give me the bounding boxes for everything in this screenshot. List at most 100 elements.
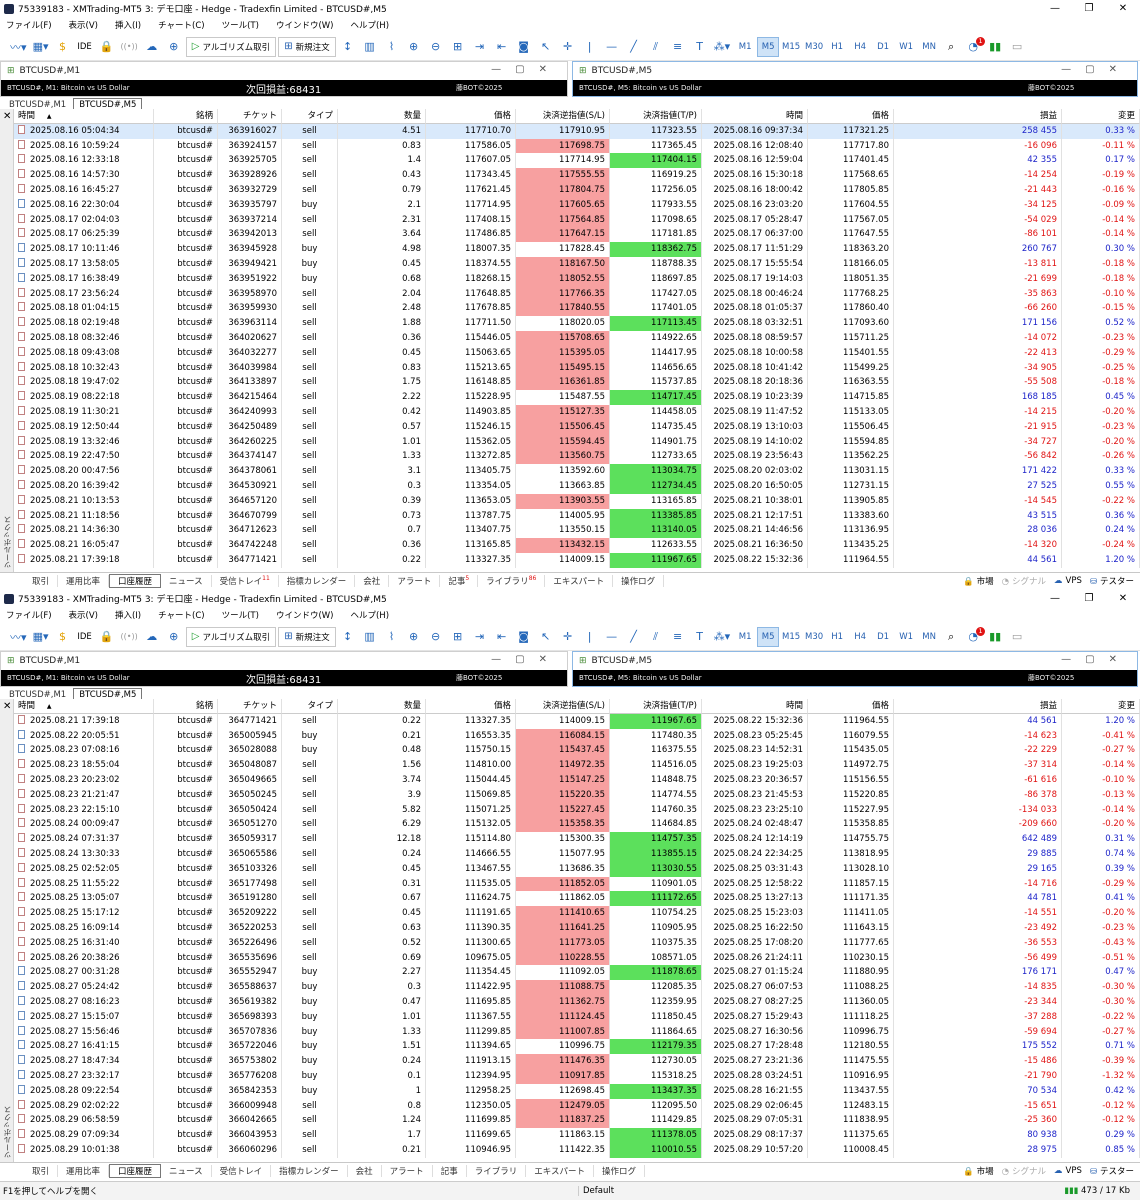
- column-header[interactable]: 時間 ▲: [14, 699, 154, 714]
- toolbox-close-icon[interactable]: ✕: [3, 111, 11, 122]
- table-row[interactable]: 2025.08.19 08:22:18 btcusd# 364215464 sell 2…: [14, 390, 1140, 405]
- ide-button[interactable]: IDE: [75, 37, 95, 57]
- shift-icon[interactable]: ⇤: [492, 627, 512, 647]
- toggle-icon[interactable]: ▭: [1007, 37, 1027, 57]
- chart-type-icon[interactable]: 〰▾: [8, 627, 29, 647]
- table-row[interactable]: 2025.08.25 16:31:40 btcusd# 365226496 sell 0…: [14, 935, 1140, 951]
- table-row[interactable]: 2025.08.16 12:33:18 btcusd# 363925705 sell 1…: [14, 153, 1140, 169]
- timeframe-m5[interactable]: M5: [757, 36, 780, 57]
- toolbox-tab[interactable]: 受信トレイ11: [212, 574, 279, 587]
- timeframe-h1[interactable]: H1: [826, 37, 848, 57]
- templates-icon[interactable]: ▦▾: [31, 37, 51, 57]
- column-header[interactable]: 数量: [338, 699, 426, 714]
- chart-window-controls[interactable]: —▢✕: [491, 654, 561, 665]
- globe-icon[interactable]: ⊕: [164, 37, 184, 57]
- table-row[interactable]: 2025.08.24 07:31:37 btcusd# 365059317 sell 1…: [14, 832, 1140, 847]
- timeframe-mn[interactable]: MN: [918, 627, 940, 647]
- hline-icon[interactable]: —: [602, 627, 622, 647]
- timeframe-w1[interactable]: W1: [895, 627, 917, 647]
- table-row[interactable]: 2025.08.17 02:04:03 btcusd# 363937214 sell 2…: [14, 212, 1140, 228]
- menu-item[interactable]: ウインドウ(W): [276, 19, 334, 31]
- toolbox-tab[interactable]: 取引: [24, 574, 59, 587]
- menu-item[interactable]: 挿入(I): [115, 19, 141, 31]
- signals-link[interactable]: ◔ シグナル: [1002, 575, 1046, 587]
- column-header[interactable]: タイプ: [282, 699, 338, 714]
- zoom-in-icon[interactable]: ⊕: [404, 627, 424, 647]
- timeframe-d1[interactable]: D1: [872, 37, 894, 57]
- zoom-in-icon[interactable]: ⊕: [404, 37, 424, 57]
- toolbox-tab[interactable]: 会社: [355, 574, 390, 587]
- bar-chart-icon[interactable]: ▥: [360, 627, 380, 647]
- toolbox-tab[interactable]: エキスパート: [526, 1164, 594, 1177]
- table-row[interactable]: 2025.08.27 08:16:23 btcusd# 365619382 buy 0.…: [14, 994, 1140, 1010]
- screenshot-icon[interactable]: ◙: [514, 627, 534, 647]
- table-row[interactable]: 2025.08.21 17:39:18 btcusd# 364771421 sell 0…: [14, 713, 1140, 729]
- chat-icon[interactable]: ◔ 1: [963, 36, 986, 57]
- shapes-icon[interactable]: ⁂▾: [712, 37, 733, 57]
- table-row[interactable]: 2025.08.17 23:56:24 btcusd# 363958970 sell 2…: [14, 286, 1140, 302]
- table-row[interactable]: 2025.08.17 06:25:39 btcusd# 363942013 sell 3…: [14, 227, 1140, 243]
- menu-item[interactable]: ファイル(F): [6, 19, 52, 31]
- signal-strength-icon[interactable]: ▮▮: [985, 627, 1005, 647]
- table-row[interactable]: 2025.08.25 16:09:14 btcusd# 365220253 sell 0…: [14, 920, 1140, 936]
- new-order-button[interactable]: ⊞ 新規注文: [278, 36, 336, 57]
- toolbox-tab[interactable]: エキスパート: [545, 574, 614, 587]
- toolbox-tab[interactable]: 運用比率: [58, 574, 110, 587]
- chart-window-controls[interactable]: —▢✕: [1061, 654, 1131, 665]
- signal-strength-icon[interactable]: ▮▮: [985, 37, 1005, 57]
- chart-window-m5[interactable]: ⊞ BTCUSD#,M5 —▢✕ BTCUSD#, M5: Bitcoin vs US…: [572, 61, 1138, 97]
- signal-icon[interactable]: ((•)): [119, 627, 140, 647]
- timeframe-h1[interactable]: H1: [826, 627, 848, 647]
- column-header[interactable]: 数量: [338, 109, 426, 124]
- toolbox-tab[interactable]: ニュース: [161, 1164, 212, 1177]
- search-icon[interactable]: ⌕: [941, 37, 961, 57]
- templates-icon[interactable]: ▦▾: [31, 627, 51, 647]
- table-row[interactable]: 2025.08.23 22:15:10 btcusd# 365050424 sell 5…: [14, 802, 1140, 818]
- toolbox-tab[interactable]: 指標カレンダー: [271, 1164, 348, 1177]
- text-icon[interactable]: T: [690, 627, 710, 647]
- menu-item[interactable]: ヘルプ(H): [350, 19, 389, 31]
- buy-sell-icon[interactable]: ↕: [338, 627, 358, 647]
- line-chart-icon[interactable]: ⌇: [382, 37, 402, 57]
- bar-chart-icon[interactable]: ▥: [360, 37, 380, 57]
- menu-item[interactable]: 挿入(I): [115, 609, 141, 621]
- chart-window-m1[interactable]: ⊞ BTCUSD#,M1 —▢✕ BTCUSD#, M1: Bitcoin vs US…: [0, 61, 568, 97]
- table-row[interactable]: 2025.08.21 14:36:30 btcusd# 364712623 sell 0…: [14, 523, 1140, 539]
- toolbox-tab[interactable]: アラート: [389, 574, 441, 587]
- table-row[interactable]: 2025.08.18 09:43:08 btcusd# 364032277 sell 0…: [14, 345, 1140, 361]
- toolbox-tab[interactable]: ニュース: [161, 574, 212, 587]
- vps-link[interactable]: ☁ VPS: [1054, 1166, 1082, 1176]
- close-button[interactable]: ✕: [1106, 590, 1140, 607]
- timeframe-h4[interactable]: H4: [849, 627, 871, 647]
- toggle-icon[interactable]: ▭: [1007, 627, 1027, 647]
- algo-trading-button[interactable]: ▷ アルゴリズム取引: [185, 626, 277, 647]
- signal-icon[interactable]: ((•)): [119, 37, 140, 57]
- shift-icon[interactable]: ⇤: [492, 37, 512, 57]
- table-row[interactable]: 2025.08.16 16:45:27 btcusd# 363932729 sell 0…: [14, 182, 1140, 198]
- globe-icon[interactable]: ⊕: [164, 627, 184, 647]
- menu-item[interactable]: ツール(T): [222, 19, 259, 31]
- line-chart-icon[interactable]: ⌇: [382, 627, 402, 647]
- cloud-icon[interactable]: ☁: [142, 627, 162, 647]
- table-row[interactable]: 2025.08.16 05:04:34 btcusd# 363916027 sell 4…: [14, 123, 1140, 139]
- timeframe-mn[interactable]: MN: [918, 37, 940, 57]
- grid-icon[interactable]: ⊞: [448, 37, 468, 57]
- toolbox-tab[interactable]: ライブラリ86: [478, 574, 546, 587]
- algo-trading-button[interactable]: ▷ アルゴリズム取引: [185, 36, 277, 57]
- table-row[interactable]: 2025.08.20 16:39:42 btcusd# 364530921 sell 0…: [14, 478, 1140, 494]
- table-row[interactable]: 2025.08.18 02:19:48 btcusd# 363963114 sell 1…: [14, 316, 1140, 331]
- column-header[interactable]: 変更: [1062, 109, 1140, 124]
- chart-window-controls[interactable]: —▢✕: [1061, 64, 1131, 75]
- timeframe-m1[interactable]: M1: [734, 627, 756, 647]
- toolbox-tab[interactable]: 指標カレンダー: [279, 574, 356, 587]
- table-row[interactable]: 2025.08.29 07:09:34 btcusd# 366043953 sell 1…: [14, 1128, 1140, 1143]
- table-row[interactable]: 2025.08.25 11:55:22 btcusd# 365177498 sell 0…: [14, 876, 1140, 892]
- table-row[interactable]: 2025.08.23 21:21:47 btcusd# 365050245 sell 3…: [14, 787, 1140, 803]
- table-row[interactable]: 2025.08.23 20:23:02 btcusd# 365049665 sell 3…: [14, 772, 1140, 788]
- menu-item[interactable]: ファイル(F): [6, 609, 52, 621]
- autoscroll-icon[interactable]: ⇥: [470, 627, 490, 647]
- minimize-button[interactable]: —: [1038, 0, 1072, 17]
- menu-item[interactable]: ヘルプ(H): [350, 609, 389, 621]
- column-header[interactable]: 価格: [426, 109, 516, 124]
- timeframe-w1[interactable]: W1: [895, 37, 917, 57]
